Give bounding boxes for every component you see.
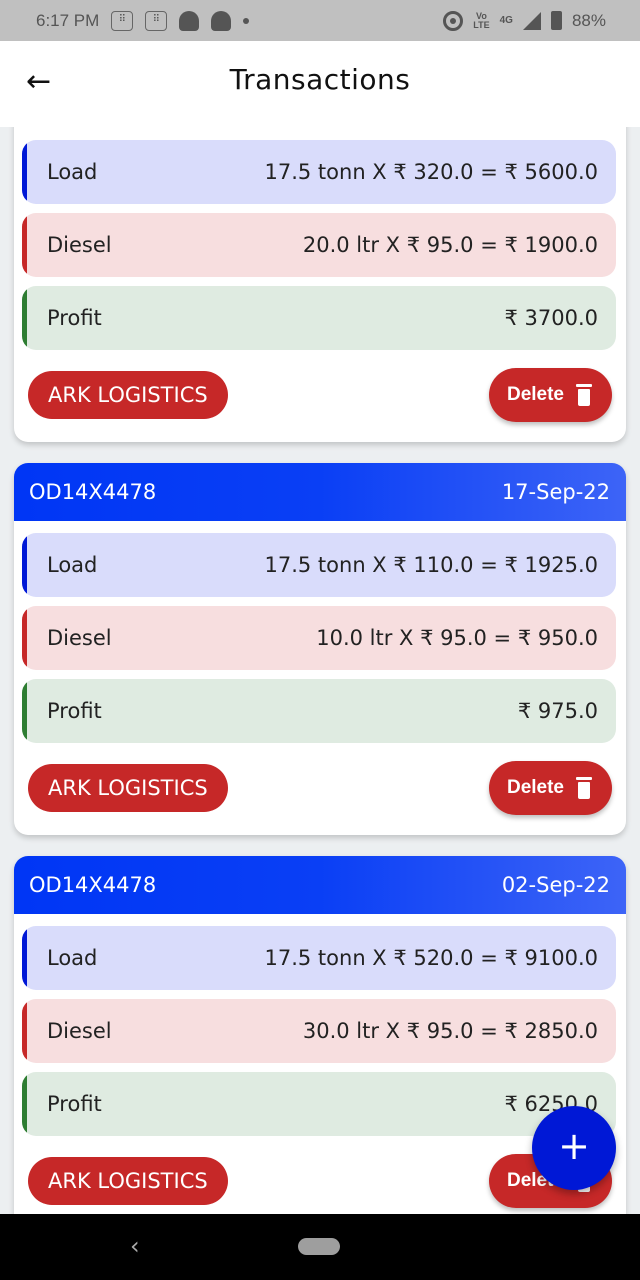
notification-app-icon: ⠿ xyxy=(145,10,168,31)
profit-label: Profit xyxy=(47,1092,102,1116)
card-header: OD14X4478 17-Sep-22 xyxy=(14,463,626,521)
signal-icon xyxy=(522,11,541,30)
diesel-row: Diesel 30.0 ltr X ₹ 95.0 = ₹ 2850.0 xyxy=(22,999,616,1063)
diesel-row: Diesel 10.0 ltr X ₹ 95.0 = ₹ 950.0 xyxy=(22,606,616,670)
company-button[interactable]: ARK LOGISTICS xyxy=(28,371,228,419)
status-bar: 6:17 PM ⠿ ⠿ Vo LTE 4G 88% xyxy=(0,0,640,41)
snapchat-icon xyxy=(179,10,200,31)
company-button[interactable]: ARK LOGISTICS xyxy=(28,764,228,812)
plus-icon: + xyxy=(558,1124,590,1168)
network-type-label: 4G xyxy=(499,15,513,26)
hotspot-icon xyxy=(443,10,464,31)
page-title: Transactions xyxy=(229,63,411,96)
snapchat-icon xyxy=(211,10,232,31)
app-bar: ← Transactions xyxy=(0,41,640,127)
vehicle-number: OD14X4478 xyxy=(29,873,157,897)
company-button[interactable]: ARK LOGISTICS xyxy=(28,1157,228,1205)
load-label: Load xyxy=(47,946,98,970)
transaction-date: 02-Sep-22 xyxy=(501,873,610,897)
load-value: 17.5 tonn X ₹ 110.0 = ₹ 1925.0 xyxy=(264,553,599,577)
notification-app-icon: ⠿ xyxy=(111,10,134,31)
transaction-list[interactable]: Load 17.5 tonn X ₹ 320.0 = ₹ 5600.0 Dies… xyxy=(0,127,640,1214)
delete-button[interactable]: Delete xyxy=(488,368,612,422)
diesel-label: Diesel xyxy=(47,626,112,650)
delete-button[interactable]: Delete xyxy=(488,761,612,815)
diesel-value: 10.0 ltr X ₹ 95.0 = ₹ 950.0 xyxy=(316,626,598,650)
delete-label: Delete xyxy=(506,384,564,405)
delete-label: Delete xyxy=(506,777,564,798)
more-notifications-dot-icon xyxy=(243,17,250,24)
load-label: Load xyxy=(47,553,98,577)
vehicle-number: OD14X4478 xyxy=(29,480,157,504)
profit-label: Profit xyxy=(47,699,102,723)
battery-percent: 88% xyxy=(571,10,606,30)
diesel-label: Diesel xyxy=(47,233,112,257)
trash-icon xyxy=(576,384,592,406)
volte-icon: Vo LTE xyxy=(473,10,490,30)
diesel-row: Diesel 20.0 ltr X ₹ 95.0 = ₹ 1900.0 xyxy=(22,213,616,277)
load-row: Load 17.5 tonn X ₹ 110.0 = ₹ 1925.0 xyxy=(22,533,616,597)
load-value: 17.5 tonn X ₹ 320.0 = ₹ 5600.0 xyxy=(264,160,599,184)
load-row: Load 17.5 tonn X ₹ 320.0 = ₹ 5600.0 xyxy=(22,140,616,204)
load-row: Load 17.5 tonn X ₹ 520.0 = ₹ 9100.0 xyxy=(22,926,616,990)
load-value: 17.5 tonn X ₹ 520.0 = ₹ 9100.0 xyxy=(264,946,599,970)
profit-label: Profit xyxy=(47,306,102,330)
transaction-card: OD14X4478 17-Sep-22 Load 17.5 tonn X ₹ 1… xyxy=(14,463,626,835)
status-time: 6:17 PM xyxy=(36,10,100,30)
profit-value: ₹ 975.0 xyxy=(517,699,598,723)
diesel-value: 30.0 ltr X ₹ 95.0 = ₹ 2850.0 xyxy=(302,1019,598,1043)
load-label: Load xyxy=(47,160,98,184)
card-header: OD14X4478 02-Sep-22 xyxy=(14,856,626,914)
profit-value: ₹ 3700.0 xyxy=(504,306,598,330)
system-nav-bar: ‹ xyxy=(0,1214,640,1280)
profit-row: Profit ₹ 6250.0 xyxy=(22,1072,616,1136)
trash-icon xyxy=(576,777,592,799)
battery-charging-icon xyxy=(550,11,562,30)
home-pill-icon[interactable] xyxy=(298,1238,340,1255)
diesel-label: Diesel xyxy=(47,1019,112,1043)
diesel-value: 20.0 ltr X ₹ 95.0 = ₹ 1900.0 xyxy=(302,233,598,257)
chevron-left-icon[interactable]: ‹ xyxy=(130,1232,140,1260)
profit-row: Profit ₹ 975.0 xyxy=(22,679,616,743)
profit-row: Profit ₹ 3700.0 xyxy=(22,286,616,350)
add-transaction-button[interactable]: + xyxy=(532,1106,616,1190)
transaction-card: Load 17.5 tonn X ₹ 320.0 = ₹ 5600.0 Dies… xyxy=(14,127,626,442)
transaction-date: 17-Sep-22 xyxy=(501,480,610,504)
